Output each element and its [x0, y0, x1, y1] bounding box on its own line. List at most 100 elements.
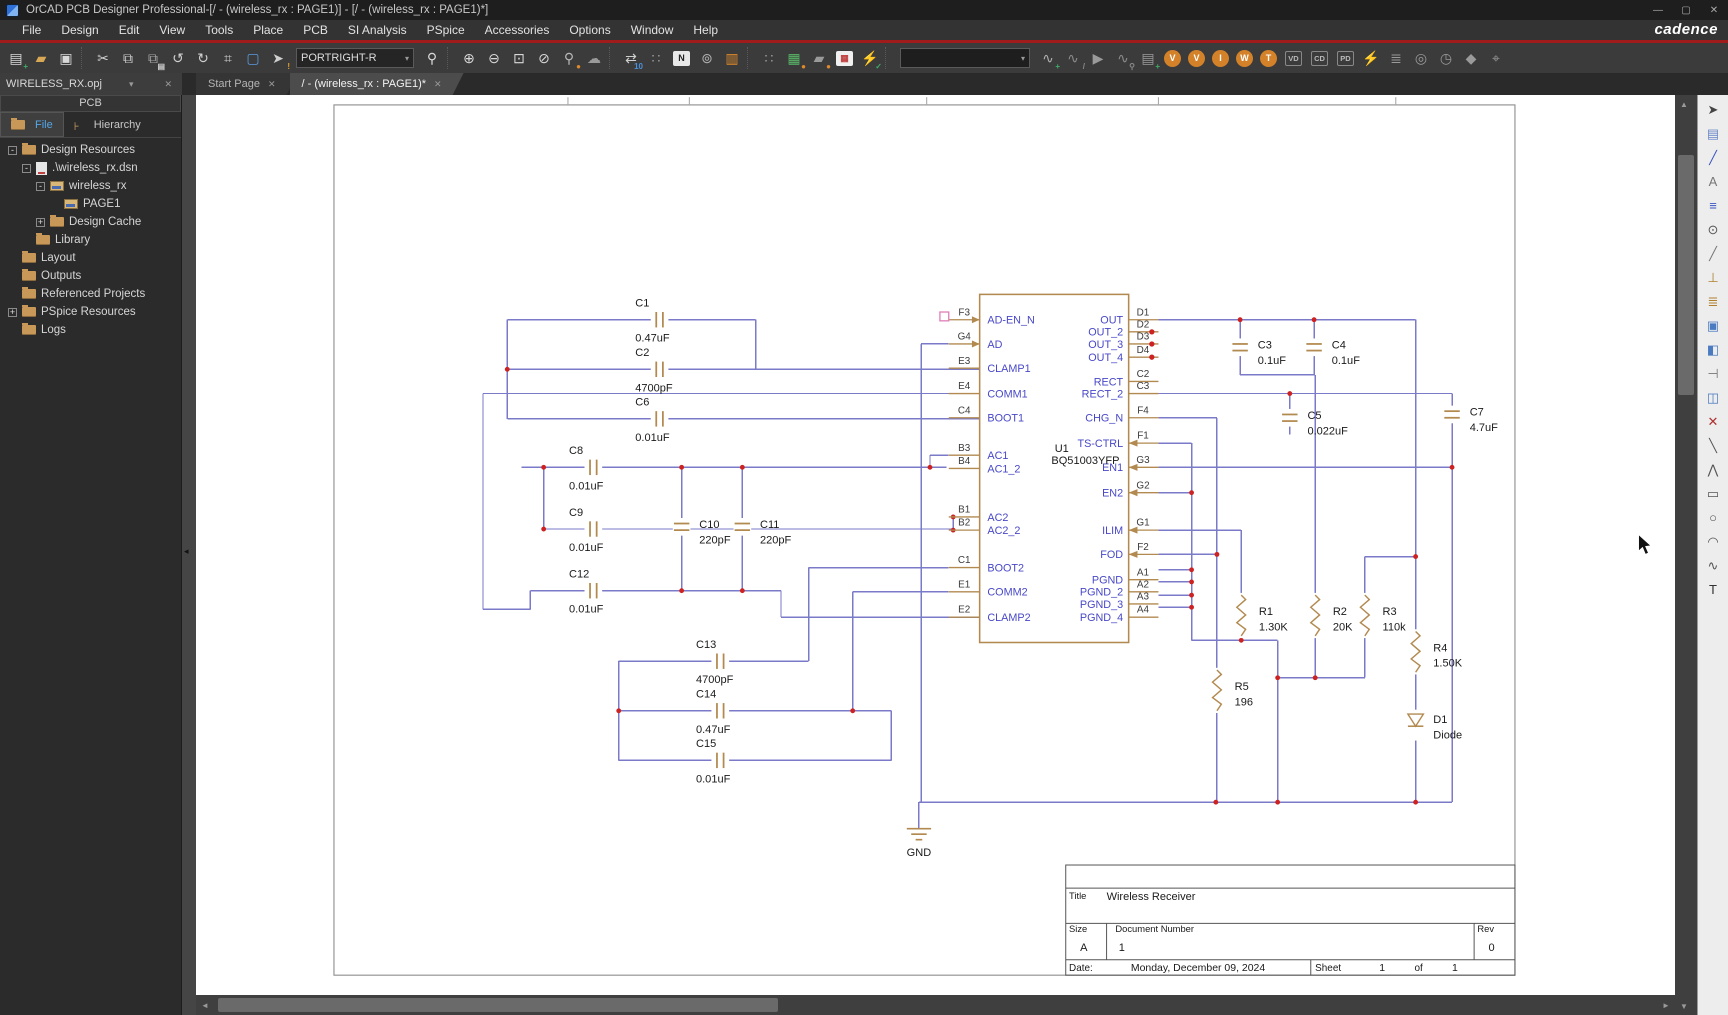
place-polyline-tool[interactable]: ⋀ — [1701, 458, 1725, 481]
panel-splitter[interactable]: ◂ — [182, 95, 196, 1015]
place-text-tool[interactable]: T — [1701, 578, 1725, 601]
simulation-profile-combo[interactable]: ▾ — [900, 48, 1030, 68]
paste-button[interactable]: ⧉ ▤ — [141, 46, 165, 72]
capacitor-C15[interactable]: C15 0.01uF — [696, 738, 731, 785]
temperature-probe-button[interactable]: T — [1260, 49, 1277, 67]
tree-item--wireless-rx-dsn[interactable]: - .\wireless_rx.dsn — [0, 159, 181, 177]
place-off-page-connector-tool[interactable]: ◫ — [1701, 386, 1725, 409]
scroll-left-icon[interactable]: ◄ — [196, 996, 214, 1014]
capacitor-C2[interactable]: C2 4700pF — [635, 347, 673, 394]
capacitor-C1[interactable]: C1 0.47uF — [635, 298, 670, 345]
place-ground-tool[interactable]: ≣ — [1701, 290, 1725, 313]
new-design-button[interactable]: ▤ + — [4, 46, 28, 72]
resistor-R1[interactable]: R1 1.30K — [1233, 592, 1289, 639]
menu-pcb[interactable]: PCB — [293, 21, 338, 39]
netlist-button[interactable]: N — [673, 50, 690, 66]
menu-options[interactable]: Options — [559, 21, 620, 39]
resistor-R5[interactable]: R5196 — [1209, 667, 1253, 713]
view-simulation-results-button[interactable]: ∿ ⚲ — [1111, 46, 1135, 72]
locate-button[interactable]: ◎ — [1409, 46, 1433, 70]
project-tab-close-icon[interactable]: ✕ — [160, 79, 176, 90]
place-simulation-part-button[interactable]: ▤ + — [1136, 46, 1160, 72]
panel-tab-hierarchy[interactable]: ⊦ Hierarchy — [64, 112, 151, 137]
power-probe-button[interactable]: W — [1236, 49, 1253, 67]
place-hierarchical-block-tool[interactable]: ▣ — [1701, 314, 1725, 337]
voltage-display-button[interactable]: VD — [1285, 50, 1302, 66]
resistor-R2[interactable]: R220K — [1307, 592, 1353, 639]
collapse-icon[interactable]: - — [36, 181, 45, 191]
collapse-panel-icon[interactable]: ◂ — [184, 546, 189, 557]
back-annotate-button[interactable]: ∷ — [644, 46, 668, 70]
menu-design[interactable]: Design — [51, 21, 108, 39]
place-arc-tool[interactable]: ◠ — [1701, 530, 1725, 553]
vertical-scroll-thumb[interactable] — [1678, 155, 1694, 395]
combo-arrow-icon[interactable]: ▾ — [1015, 54, 1025, 63]
scroll-right-icon[interactable]: ► — [1657, 996, 1675, 1014]
zoom-selection-button[interactable]: ⊘ — [532, 46, 556, 70]
voltage-probe-button[interactable]: V — [1164, 49, 1181, 67]
capacitor-C12[interactable]: C12 0.01uF — [569, 569, 604, 616]
design-sync-button[interactable]: ∷ — [757, 46, 781, 70]
design-rules-check-button[interactable]: ⚡ ✓ — [858, 46, 882, 72]
save-document-button[interactable]: ▣ — [54, 46, 78, 70]
menu-window[interactable]: Window — [621, 21, 684, 39]
power-dissipation-button[interactable]: ⚡ — [1359, 46, 1383, 70]
expand-icon[interactable]: + — [8, 307, 17, 317]
annotate-button[interactable]: ⇄ 10 — [619, 46, 643, 72]
menu-accessories[interactable]: Accessories — [475, 21, 560, 39]
tree-item-pspice-resources[interactable]: + PSpice Resources — [0, 303, 181, 321]
part-select-combo[interactable]: PORTRIGHT-R ▾ — [296, 48, 414, 68]
place-no-connect-tool[interactable]: ✕ — [1701, 410, 1725, 433]
capacitor-C14[interactable]: C14 0.47uF — [696, 689, 731, 736]
diode-D1[interactable]: D1 Diode — [1406, 709, 1462, 742]
place-line-tool[interactable]: ╲ — [1701, 434, 1725, 457]
new-simulation-profile-button[interactable]: ∿ + — [1036, 46, 1060, 72]
thermal-button[interactable]: ◆ — [1459, 46, 1483, 70]
project-tab-dropdown-icon[interactable]: ▾ — [125, 79, 138, 90]
place-hierarchical-pin-tool[interactable]: ⊣ — [1701, 362, 1725, 385]
tree-item-outputs[interactable]: Outputs — [0, 267, 181, 285]
place-net-alias-tool[interactable]: A — [1701, 170, 1725, 193]
tree-item-wireless-rx[interactable]: - wireless_rx — [0, 177, 181, 195]
minimize-icon[interactable]: — — [1644, 5, 1672, 16]
tree-item-layout[interactable]: Layout — [0, 249, 181, 267]
run-simulation-button[interactable]: ▶ — [1086, 46, 1110, 70]
expand-icon[interactable]: + — [36, 217, 45, 227]
update-properties-button[interactable]: ⊚ — [695, 46, 719, 70]
panel-tab-file[interactable]: File — [0, 112, 64, 137]
maximize-icon[interactable]: ▢ — [1672, 5, 1700, 16]
search-button[interactable]: ⚲ — [420, 46, 444, 70]
voltage-diff-probe-button[interactable]: V — [1188, 49, 1205, 67]
current-probe-button[interactable]: I — [1212, 49, 1229, 67]
tab-schematic-page[interactable]: / - (wireless_rx : PAGE1)* ✕ — [290, 73, 464, 95]
menu-si-analysis[interactable]: SI Analysis — [338, 21, 417, 39]
cut-button[interactable]: ✂ — [91, 46, 115, 70]
tree-item-logs[interactable]: Logs — [0, 321, 181, 339]
open-document-button[interactable]: ▰ — [29, 46, 53, 70]
place-bus-tool[interactable]: ≡ — [1701, 194, 1725, 217]
tab-start-page[interactable]: Start Page ✕ — [196, 73, 298, 95]
bom-report-button[interactable]: ▦ — [836, 50, 853, 66]
zoom-out-button[interactable]: ⊖ — [482, 46, 506, 70]
find-component-button[interactable]: ⚲ ● — [557, 46, 581, 72]
tree-item-referenced-projects[interactable]: Referenced Projects — [0, 285, 181, 303]
schematic-drawing[interactable]: C1 0.47uF C2 4700pF C6 0.01uF C8 0.01uF C9 0.01uF… — [196, 95, 1675, 995]
copy-button[interactable]: ⧉ — [116, 46, 140, 70]
select-tool[interactable]: ➤ — [1701, 98, 1725, 121]
tree-item-design-resources[interactable]: - Design Resources — [0, 141, 181, 159]
place-bus-entry-tool[interactable]: ╱ — [1701, 242, 1725, 265]
redo-button[interactable]: ↻ — [191, 46, 215, 70]
horizontal-scroll-thumb[interactable] — [218, 998, 778, 1012]
orientation-button[interactable]: ⌖ — [1484, 46, 1508, 70]
menu-file[interactable]: File — [12, 21, 51, 39]
capacitor-C13[interactable]: C13 4700pF — [696, 639, 734, 686]
place-junction-tool[interactable]: ⊙ — [1701, 218, 1725, 241]
change-design-button[interactable]: ▰ ● — [807, 46, 831, 72]
tab-close-icon[interactable]: ✕ — [268, 79, 276, 90]
scroll-up-icon[interactable]: ▲ — [1675, 95, 1693, 113]
part-manager-button[interactable]: ▥ — [720, 46, 744, 70]
vertical-scrollbar[interactable]: ▲ ▼ — [1675, 95, 1697, 1015]
place-wire-tool[interactable]: ╱ — [1701, 146, 1725, 169]
schematic-canvas[interactable]: C1 0.47uF C2 4700pF C6 0.01uF C8 0.01uF C9 0.01uF… — [196, 95, 1675, 995]
combo-arrow-icon[interactable]: ▾ — [399, 54, 409, 63]
